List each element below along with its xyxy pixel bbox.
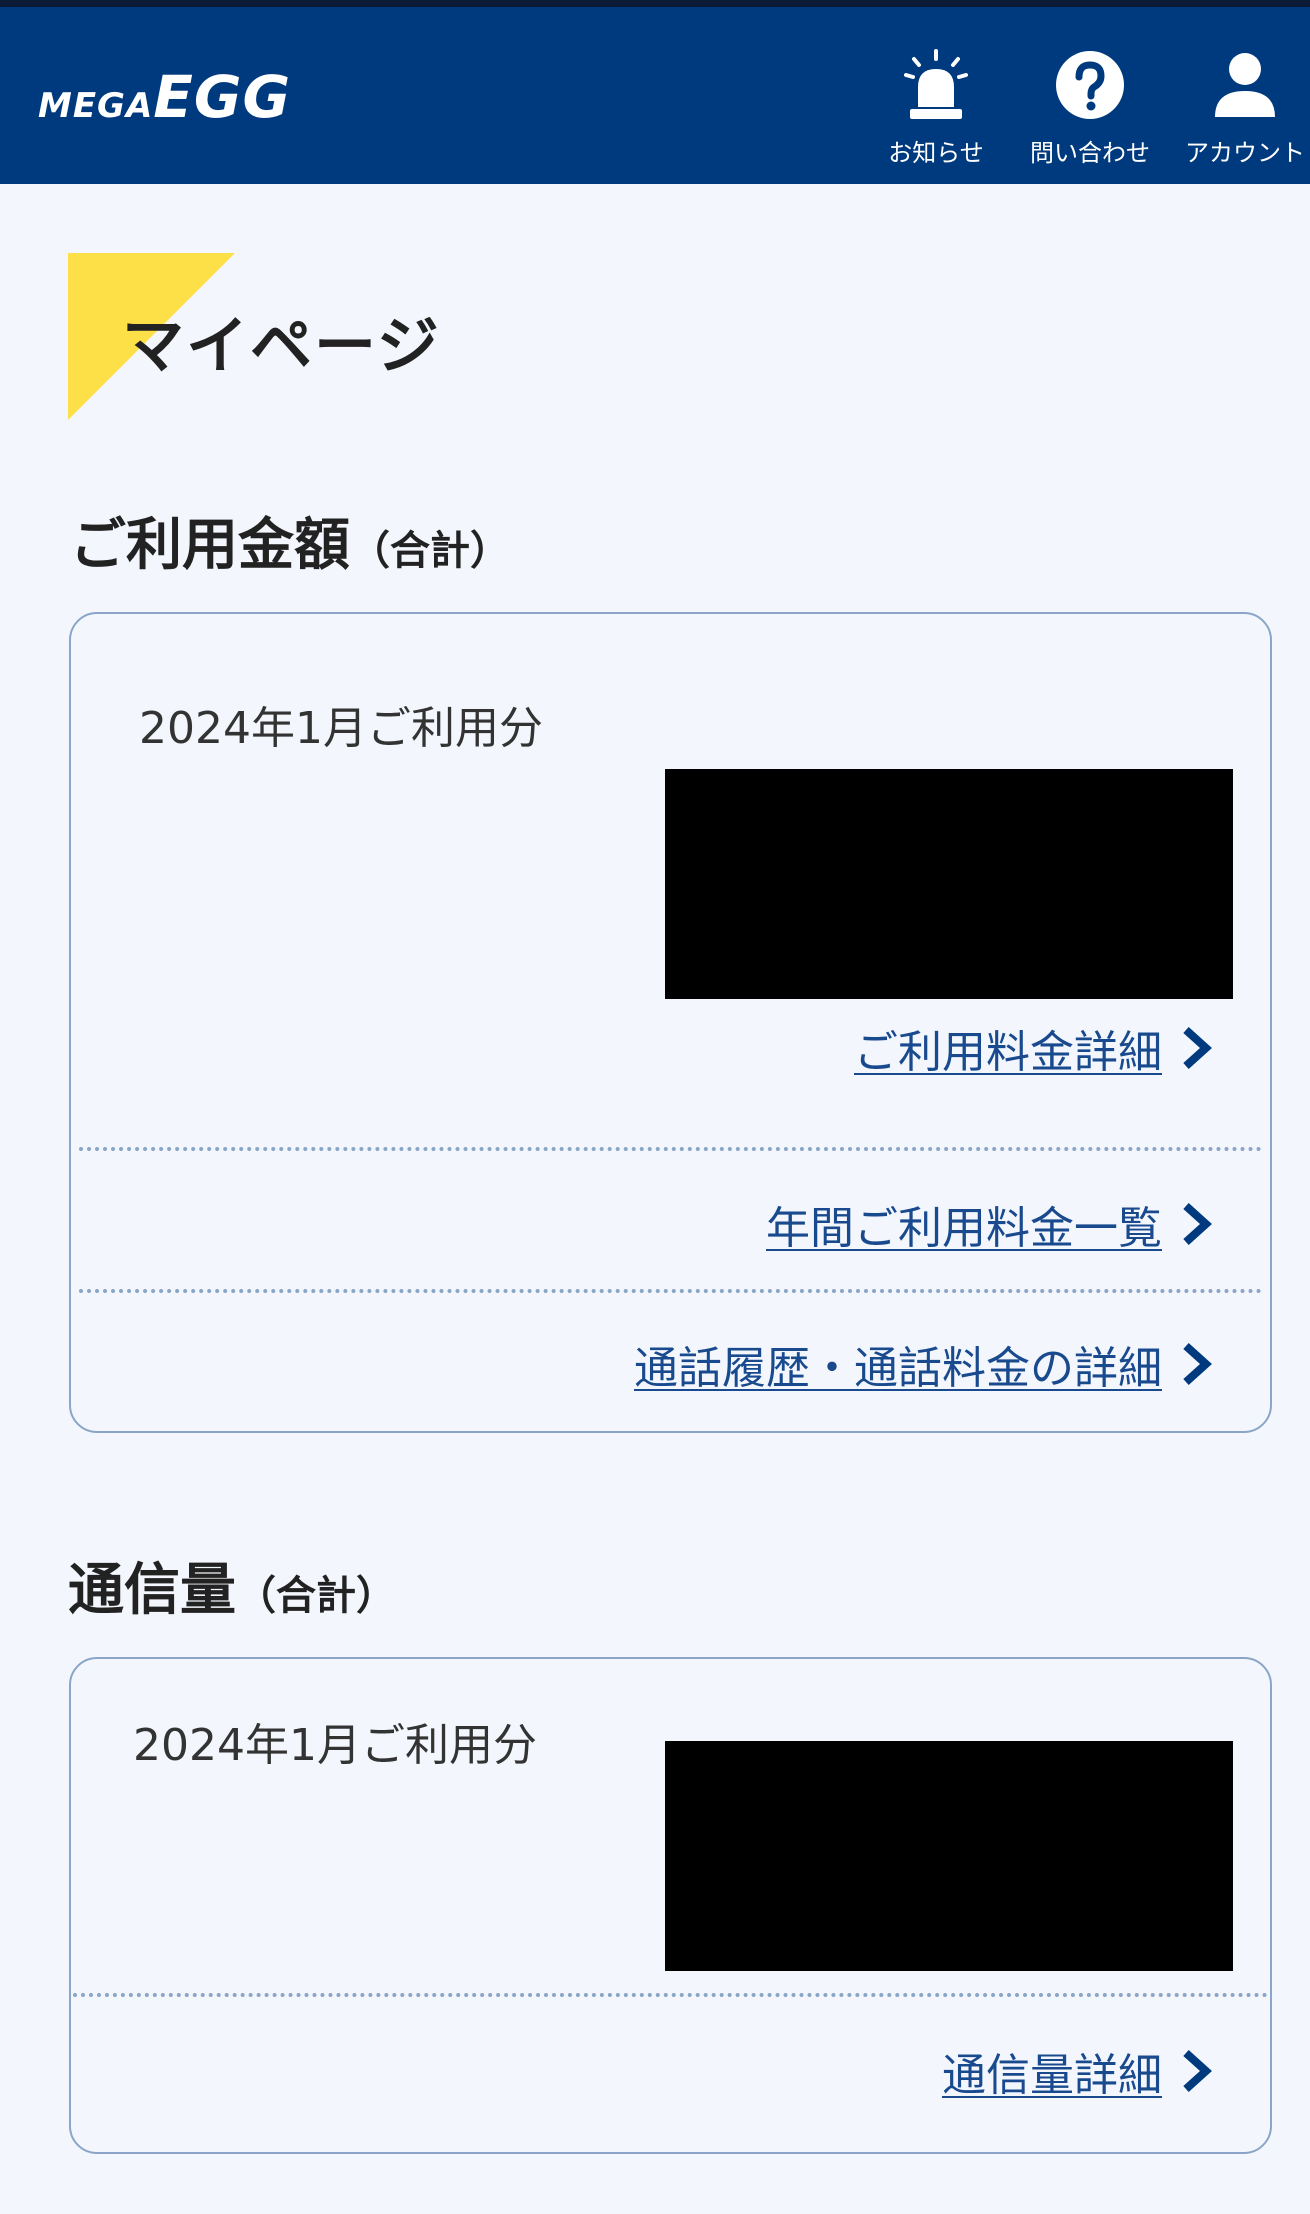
nav-account-button[interactable]: アカウント (1170, 45, 1310, 168)
traffic-card: 2024年1月ご利用分 通信量詳細 (69, 1657, 1272, 2154)
billing-amount-redacted (665, 769, 1233, 999)
nav-news-label: お知らせ (888, 139, 984, 167)
billing-period: 2024年1月ご利用分 (139, 703, 543, 754)
chevron-right-icon (1183, 1343, 1212, 1385)
person-icon (1170, 45, 1310, 125)
annual-fees-link-row[interactable]: 年間ご利用料金一覧 (766, 1192, 1212, 1256)
traffic-detail-link-row[interactable]: 通信量詳細 (942, 2039, 1212, 2103)
divider (79, 1147, 1262, 1151)
mega-egg-logo[interactable]: MEGAEGG (38, 63, 291, 131)
call-history-link[interactable]: 通話履歴・通話料金の詳細 (634, 1332, 1162, 1396)
nav-account-label: アカウント (1185, 139, 1305, 167)
billing-heading-suffix: （合計） (350, 528, 510, 574)
billing-heading: ご利用金額（合計） (70, 500, 510, 581)
chevron-right-icon (1183, 1027, 1212, 1069)
divider (73, 1993, 1268, 1997)
nav-contact-label: 問い合わせ (1030, 139, 1150, 167)
siren-icon (861, 45, 1011, 125)
logo-prefix: MEGA (38, 86, 154, 126)
traffic-amount-redacted (665, 1741, 1233, 1971)
traffic-detail-link[interactable]: 通信量詳細 (942, 2039, 1162, 2103)
divider (79, 1289, 1262, 1293)
help-question-icon (1015, 45, 1165, 125)
chevron-right-icon (1183, 2050, 1212, 2092)
call-history-link-row[interactable]: 通話履歴・通話料金の詳細 (634, 1332, 1212, 1396)
billing-detail-link-row[interactable]: ご利用料金詳細 (854, 1016, 1212, 1080)
annual-fees-link[interactable]: 年間ご利用料金一覧 (766, 1192, 1162, 1256)
nav-contact-button[interactable]: 問い合わせ (1015, 45, 1165, 168)
traffic-heading: 通信量（合計） (68, 1545, 396, 1626)
app-header: MEGAEGG お知らせ 問い合わせ アカウント (0, 0, 1310, 184)
traffic-heading-text: 通信量 (68, 1558, 236, 1623)
traffic-heading-suffix: （合計） (236, 1573, 396, 1619)
billing-detail-link[interactable]: ご利用料金詳細 (854, 1016, 1162, 1080)
billing-heading-text: ご利用金額 (70, 513, 350, 578)
nav-news-button[interactable]: お知らせ (861, 45, 1011, 168)
chevron-right-icon (1183, 1203, 1212, 1245)
page-title: マイページ (122, 309, 441, 382)
billing-card: 2024年1月ご利用分 ご利用料金詳細 年間ご利用料金一覧 通話履歴・通話料金の… (69, 612, 1272, 1433)
logo-main: EGG (153, 63, 292, 131)
traffic-period: 2024年1月ご利用分 (133, 1720, 537, 1771)
